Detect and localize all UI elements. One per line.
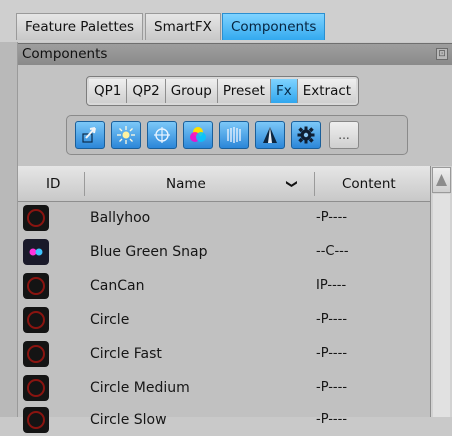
row-name: Ballyhoo (90, 210, 151, 226)
crosshair-target-icon (154, 127, 170, 143)
left-gutter (0, 42, 18, 417)
components-table: ID Name ❯ Content Ballyhoo -P---- Blue G… (18, 166, 430, 433)
tab-bar: Feature Palettes SmartFX Components (0, 0, 452, 42)
row-content: IP---- (316, 278, 347, 293)
table-row[interactable]: CanCan IP---- (18, 270, 430, 302)
lines-filter-button[interactable] (219, 121, 249, 149)
red-ring-icon (23, 375, 49, 401)
target-filter-button[interactable] (147, 121, 177, 149)
scroll-up-button[interactable] (432, 167, 451, 193)
scroll-track[interactable] (433, 194, 450, 417)
segment-preset[interactable]: Preset (217, 79, 271, 103)
red-ring-icon (23, 307, 49, 333)
column-name[interactable]: Name (166, 166, 206, 202)
mode-segmented-control: QP1 QP2 Group Preset Fx Extract (86, 76, 360, 106)
row-content: -P---- (316, 346, 348, 361)
column-divider (314, 172, 315, 196)
table-header: ID Name ❯ Content (18, 166, 430, 202)
vertical-lines-icon (227, 127, 241, 143)
column-id[interactable]: ID (46, 166, 60, 202)
row-content: -P---- (316, 312, 348, 327)
row-name: Circle (90, 312, 130, 328)
cursor-filter-button[interactable] (75, 121, 105, 149)
segment-group[interactable]: Group (165, 79, 218, 103)
segment-extract[interactable]: Extract (297, 79, 357, 103)
tab-smartfx[interactable]: SmartFX (145, 13, 221, 40)
column-divider (84, 172, 85, 196)
table-row[interactable]: Circle Fast -P---- (18, 338, 430, 370)
table-row[interactable]: Circle Slow -P---- (18, 404, 430, 436)
row-name: CanCan (90, 278, 145, 294)
panel-header: Components ⊡ (18, 43, 452, 65)
table-row[interactable]: Blue Green Snap --C--- (18, 236, 430, 268)
tab-feature-palettes[interactable]: Feature Palettes (16, 13, 144, 40)
ellipsis-icon: ... (338, 128, 350, 142)
row-name: Circle Medium (90, 380, 190, 396)
filter-toolbar: ... (66, 115, 408, 155)
sparkle-light-icon (117, 126, 135, 144)
row-name: Circle Fast (90, 346, 162, 362)
sort-chevron-icon[interactable]: ❯ (274, 179, 310, 188)
triangle-cone-icon (263, 127, 277, 143)
red-ring-icon (23, 273, 49, 299)
segment-qp1[interactable]: QP1 (89, 79, 128, 103)
row-name: Blue Green Snap (90, 244, 208, 260)
row-content: -P---- (316, 412, 348, 427)
triangle-up-icon (436, 174, 447, 186)
light-filter-button[interactable] (111, 121, 141, 149)
row-content: -P---- (316, 380, 348, 395)
red-ring-icon (23, 407, 49, 433)
color-filter-button[interactable] (183, 121, 213, 149)
red-ring-icon (23, 341, 49, 367)
row-name: Circle Slow (90, 412, 167, 428)
gear-icon (297, 126, 315, 144)
vertical-scrollbar[interactable] (430, 166, 452, 417)
dual-dot-icon (23, 239, 49, 265)
collapse-icon[interactable]: ⊡ (436, 48, 448, 60)
red-ring-icon (23, 205, 49, 231)
table-row[interactable]: Ballyhoo -P---- (18, 202, 430, 234)
segment-qp2[interactable]: QP2 (127, 79, 166, 103)
table-row[interactable]: Circle -P---- (18, 304, 430, 336)
segment-fx[interactable]: Fx (270, 79, 298, 103)
table-row[interactable]: Circle Medium -P---- (18, 372, 430, 404)
row-content: -P---- (316, 210, 348, 225)
more-options-button[interactable]: ... (329, 121, 359, 149)
cursor-arrow-icon (82, 127, 96, 143)
panel-title: Components (22, 46, 108, 62)
color-circles-icon (190, 127, 206, 142)
cone-filter-button[interactable] (255, 121, 285, 149)
tab-components[interactable]: Components (222, 13, 326, 40)
column-content[interactable]: Content (342, 166, 396, 202)
row-content: --C--- (316, 244, 349, 259)
settings-filter-button[interactable] (291, 121, 321, 149)
